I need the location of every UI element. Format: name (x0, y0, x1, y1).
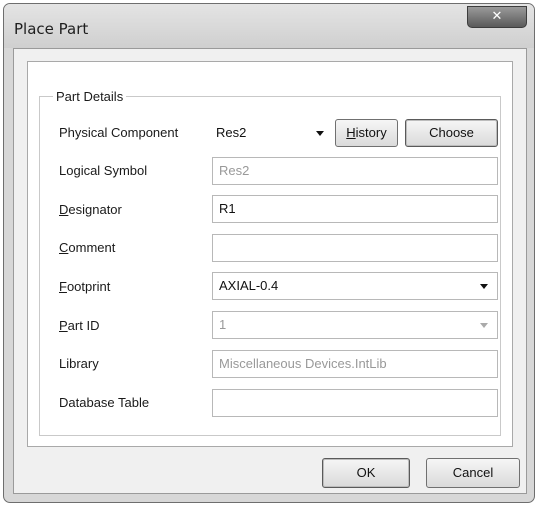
part-id-value: 1 (219, 317, 227, 332)
close-icon: ✕ (491, 9, 503, 24)
footprint-label: Footprint (59, 279, 111, 294)
history-button[interactable]: History (335, 119, 398, 147)
designator-label: Designator (59, 202, 122, 217)
physical-component-select[interactable]: Res2 (214, 120, 330, 146)
dialog-title: Place Part (14, 20, 89, 38)
part-id-label: Part ID (59, 318, 100, 333)
logical-symbol-label: Logical Symbol (59, 163, 148, 178)
dialog-client: Part Details Physical Component Res2 His… (13, 48, 527, 494)
designator-input[interactable]: R1 (212, 195, 498, 223)
footprint-value: AXIAL-0.4 (219, 278, 279, 293)
close-button[interactable]: ✕ (467, 6, 527, 28)
comment-label: Comment (59, 240, 116, 255)
physical-component-value: Res2 (216, 125, 247, 140)
physical-component-label: Physical Component (59, 125, 179, 140)
chevron-down-icon (480, 323, 488, 328)
part-details-label: Part Details (53, 89, 127, 104)
library-label: Library (59, 356, 99, 371)
ok-button[interactable]: OK (322, 458, 410, 488)
cancel-button[interactable]: Cancel (426, 458, 520, 488)
database-table-field[interactable] (212, 389, 498, 417)
choose-button[interactable]: Choose (405, 119, 498, 147)
library-field[interactable]: Miscellaneous Devices.IntLib (212, 350, 498, 378)
part-id-select[interactable]: 1 (212, 311, 498, 339)
footprint-select[interactable]: AXIAL-0.4 (212, 272, 498, 300)
content-panel: Part Details Physical Component Res2 His… (27, 61, 513, 447)
comment-input[interactable] (212, 234, 498, 262)
title-bar[interactable]: Place Part ✕ (4, 4, 534, 48)
chevron-down-icon (316, 131, 324, 136)
chevron-down-icon (480, 284, 488, 289)
place-part-dialog: Place Part ✕ Part Details Physical Compo… (3, 3, 535, 503)
logical-symbol-field[interactable]: Res2 (212, 157, 498, 185)
database-table-label: Database Table (59, 395, 150, 410)
part-details-group: Part Details (39, 89, 501, 436)
